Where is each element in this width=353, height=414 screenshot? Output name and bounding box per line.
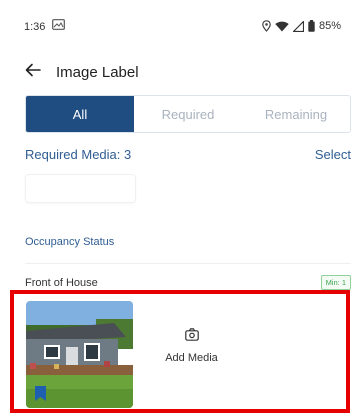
required-media-row: Required Media: 3 Select [25,147,351,165]
bookmark-icon[interactable] [34,385,47,402]
status-time: 1:36 [24,21,46,33]
divider [25,263,351,264]
arrow-left-icon [25,63,41,82]
select-link[interactable]: Select [315,147,351,162]
camera-icon [184,328,199,346]
signal-icon [292,20,304,32]
battery-percent: 85% [318,20,341,32]
tab-all[interactable]: All [26,96,134,132]
wifi-icon [275,21,289,32]
image-message-icon [52,19,65,33]
page-title: Image Label [56,64,139,81]
location-icon [262,20,271,32]
house-photo-thumbnail[interactable] [26,301,133,408]
status-icons: 85% [262,20,341,32]
back-button[interactable] [22,61,44,83]
status-bar: 1:36 85% [0,0,353,50]
tab-required[interactable]: Required [134,96,242,132]
add-media-label: Add Media [165,352,218,364]
app-bar: Image Label [0,58,353,88]
tab-remaining[interactable]: Remaining [242,96,350,132]
section-title: Occupancy Status [25,236,115,248]
battery-icon [308,20,315,32]
filter-tabs: All Required Remaining [25,95,351,133]
required-media-label: Required Media: 3 [25,147,132,162]
placeholder-card [25,174,136,203]
add-media-button[interactable]: Add Media [154,328,229,378]
min-count-badge: Min: 1 [320,275,351,290]
media-area: Add Media [10,290,350,413]
field-label: Front of House [25,277,98,289]
